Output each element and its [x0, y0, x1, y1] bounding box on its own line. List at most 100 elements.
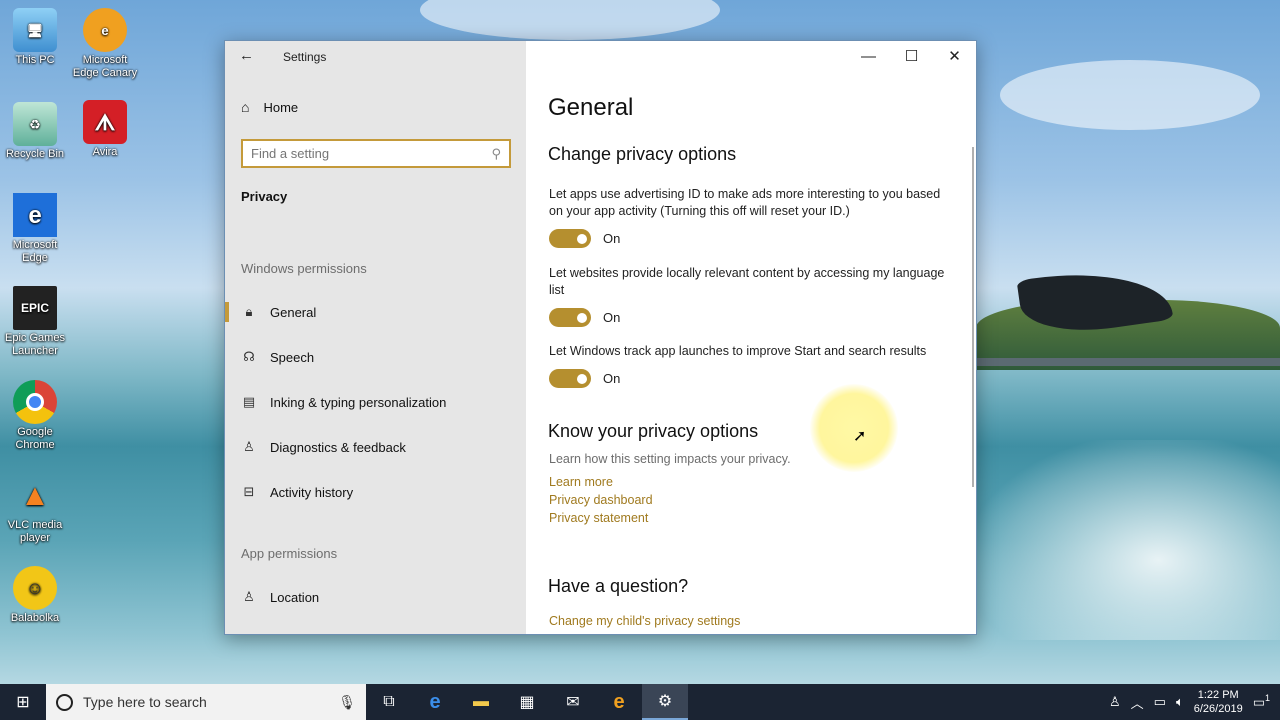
network-icon[interactable]: ▭ — [1154, 694, 1166, 710]
taskbar-edge[interactable]: e — [412, 684, 458, 720]
page-title: General — [548, 94, 634, 121]
find-setting-search[interactable]: ⚲ — [241, 139, 511, 168]
window-title: Settings — [283, 50, 327, 64]
edge-canary-icon: e — [613, 690, 625, 713]
find-setting-input[interactable] — [251, 146, 471, 161]
mouse-cursor-icon: ➚ — [853, 428, 867, 445]
volume-icon[interactable]: 🔈︎ — [1176, 694, 1184, 710]
sidebar-item-label: Inking & typing personalization — [270, 394, 447, 410]
task-view-button[interactable]: ⧉ — [366, 684, 412, 720]
privacy-dashboard-link[interactable]: Privacy dashboard — [549, 493, 653, 507]
start-button[interactable]: ⊞ — [0, 684, 46, 720]
store-icon: ▦ — [519, 694, 535, 711]
toggle-state-label: On — [603, 371, 621, 386]
taskbar-settings[interactable]: ⚙ — [642, 684, 688, 720]
section-know-privacy-title: Know your privacy options — [548, 421, 759, 441]
activity-icon: ⊟ — [243, 484, 255, 499]
desktop-icon-vlc[interactable]: ▲ VLC media player — [0, 473, 70, 545]
speech-icon: ☊ — [243, 349, 255, 364]
app-permissions-title: App permissions — [241, 546, 338, 561]
window-controls: — ☐ ✕ — [847, 41, 976, 71]
edge-canary-icon: e — [83, 8, 127, 52]
location-icon: ♙ — [243, 589, 255, 604]
sidebar-item-label: Location — [270, 589, 320, 605]
mail-icon: ✉ — [566, 694, 580, 711]
option-app-launches-toggle-row: On — [549, 369, 620, 388]
vlc-cone-icon: ▲ — [20, 478, 50, 512]
taskbar-store[interactable]: ▦ — [504, 684, 550, 720]
desktop-icon-avira[interactable]: ᗑ Avira — [70, 100, 140, 159]
desktop-icon-edge[interactable]: e Microsoft Edge — [0, 193, 70, 265]
settings-sidebar: ← Settings ⌂ Home ⚲ Privacy Windows perm… — [225, 41, 526, 634]
language-list-toggle[interactable] — [549, 308, 591, 327]
taskbar: ⊞ Type here to search 🎙︎ ⧉ e ▬ ▦ ✉ e ⚙ ♙… — [0, 684, 1280, 720]
balabolka-icon: ☺ — [13, 566, 57, 610]
sidebar-item-label: Diagnostics & feedback — [270, 439, 406, 455]
maximize-button[interactable]: ☐ — [890, 41, 933, 71]
avira-icon: ᗑ — [83, 100, 127, 144]
section-change-privacy-title: Change privacy options — [548, 144, 737, 164]
app-launches-toggle[interactable] — [549, 369, 591, 388]
nav-home[interactable]: ⌂ Home — [241, 99, 298, 115]
chevron-up-icon[interactable]: ︿ — [1131, 693, 1144, 712]
settings-content: — ☐ ✕ General Change privacy options Let… — [526, 41, 976, 634]
taskbar-search-placeholder: Type here to search — [83, 694, 207, 710]
notification-icon[interactable]: ▭1 — [1253, 693, 1270, 710]
desktop-icon-chrome[interactable]: Google Chrome — [0, 380, 70, 452]
search-icon: ⚲ — [491, 145, 501, 161]
sidebar-item-location[interactable]: ♙ Location — [225, 579, 526, 615]
option-language-list-toggle-row: On — [549, 308, 620, 327]
this-pc-icon: 🖥 — [13, 8, 57, 52]
sidebar-item-label: Activity history — [270, 484, 354, 500]
nav-home-label: Home — [263, 99, 299, 115]
sidebar-item-general[interactable]: 🔒︎ General — [225, 294, 526, 330]
privacy-statement-link[interactable]: Privacy statement — [549, 511, 648, 525]
folder-icon: ▬ — [473, 693, 489, 710]
notification-count: 1 — [1264, 693, 1270, 704]
desktop-icon-this-pc[interactable]: 🖥 This PC — [0, 8, 70, 67]
people-icon[interactable]: ♙ — [1109, 694, 1121, 710]
recycle-bin-icon: ♻ — [13, 102, 57, 146]
sidebar-item-activity-history[interactable]: ⊟ Activity history — [225, 474, 526, 510]
desktop-icon-epic-games[interactable]: EPIC Epic Games Launcher — [0, 286, 70, 358]
taskbar-edge-canary[interactable]: e — [596, 684, 642, 720]
microphone-icon[interactable]: 🎙︎ — [338, 694, 356, 711]
desktop-icon-edge-canary[interactable]: e Microsoft Edge Canary — [70, 8, 140, 80]
windows-permissions-title: Windows permissions — [241, 261, 367, 276]
clock[interactable]: 1:22 PM 6/26/2019 — [1194, 688, 1243, 716]
clock-time: 1:22 PM — [1197, 689, 1239, 701]
wallpaper-spray — [976, 440, 1280, 640]
lock-icon: 🔒︎ — [245, 304, 253, 319]
taskbar-search[interactable]: Type here to search 🎙︎ — [46, 684, 366, 720]
desktop-icon-recycle-bin[interactable]: ♻ Recycle Bin — [0, 102, 70, 161]
windows-logo-icon: ⊞ — [16, 694, 30, 711]
edge-icon: e — [429, 690, 441, 713]
gear-icon: ⚙ — [657, 693, 673, 710]
sidebar-item-speech[interactable]: ☊ Speech — [225, 339, 526, 375]
minimize-button[interactable]: — — [847, 41, 890, 71]
edge-icon: e — [13, 193, 57, 237]
sidebar-item-label: General — [270, 304, 317, 320]
people-feedback-icon: ♙ — [243, 439, 255, 454]
wallpaper-pier — [976, 358, 1280, 366]
wallpaper-cloud — [420, 0, 720, 40]
back-arrow-icon[interactable]: ← — [239, 47, 259, 67]
chrome-icon — [13, 380, 57, 424]
sidebar-item-inking-typing[interactable]: ▤ Inking & typing personalization — [225, 384, 526, 420]
taskbar-file-explorer[interactable]: ▬ — [458, 684, 504, 720]
learn-more-link[interactable]: Learn more — [549, 475, 613, 489]
epic-games-icon: EPIC — [13, 286, 57, 330]
toggle-state-label: On — [603, 231, 621, 246]
taskbar-mail[interactable]: ✉ — [550, 684, 596, 720]
close-button[interactable]: ✕ — [933, 41, 976, 71]
settings-window: ← Settings ⌂ Home ⚲ Privacy Windows perm… — [224, 40, 977, 635]
advertising-id-toggle[interactable] — [549, 229, 591, 248]
wallpaper-cloud — [1000, 60, 1260, 130]
content-scrollbar[interactable] — [972, 147, 974, 487]
toggle-state-label: On — [603, 310, 621, 325]
sidebar-item-diagnostics[interactable]: ♙ Diagnostics & feedback — [225, 429, 526, 465]
desktop-icon-balabolka[interactable]: ☺ Balabolka — [0, 566, 70, 625]
child-privacy-settings-link[interactable]: Change my child's privacy settings — [549, 614, 740, 628]
section-have-question-title: Have a question? — [548, 576, 689, 596]
clock-date: 6/26/2019 — [1193, 703, 1243, 715]
